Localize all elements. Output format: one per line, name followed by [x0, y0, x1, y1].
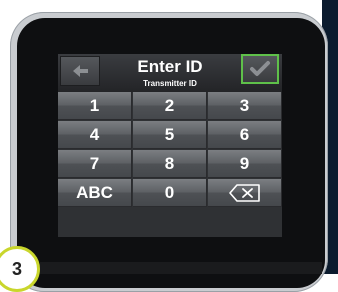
key-label: 3 [239, 95, 250, 115]
key-label: 1 [89, 95, 100, 115]
key-abc[interactable]: ABC [58, 179, 132, 207]
key-label: ABC [76, 182, 113, 202]
key-4[interactable]: 4 [58, 121, 132, 149]
numeric-keypad: 1 2 3 4 5 6 7 8 9 ABC 0 [58, 92, 282, 237]
key-7[interactable]: 7 [58, 150, 132, 178]
bottom-bezel [40, 262, 322, 274]
key-2[interactable]: 2 [133, 92, 207, 120]
key-label: 2 [164, 95, 175, 115]
key-label: 5 [164, 124, 175, 144]
title-bar: Enter ID Transmitter ID [58, 54, 282, 92]
key-3[interactable]: 3 [208, 92, 282, 120]
ok-button[interactable] [241, 54, 279, 84]
key-6[interactable]: 6 [208, 121, 282, 149]
checkmark-icon [250, 61, 270, 76]
key-label: 7 [89, 153, 100, 173]
left-arrow-icon [73, 65, 88, 77]
page-subtitle: Transmitter ID [143, 79, 197, 88]
key-label: 4 [89, 124, 100, 144]
back-button[interactable] [60, 56, 100, 86]
backspace-icon [228, 183, 260, 202]
key-label: 8 [164, 153, 175, 173]
key-9[interactable]: 9 [208, 150, 282, 178]
key-0[interactable]: 0 [133, 179, 207, 207]
key-5[interactable]: 5 [133, 121, 207, 149]
key-1[interactable]: 1 [58, 92, 132, 120]
step-number: 3 [11, 259, 22, 279]
key-label: 9 [239, 153, 250, 173]
page-title: Enter ID [137, 57, 203, 76]
device-screen: Enter ID Transmitter ID 1 2 3 4 5 6 7 8 … [58, 54, 282, 237]
key-backspace[interactable] [208, 179, 282, 207]
key-8[interactable]: 8 [133, 150, 207, 178]
key-label: 0 [164, 182, 175, 202]
key-label: 6 [239, 124, 250, 144]
